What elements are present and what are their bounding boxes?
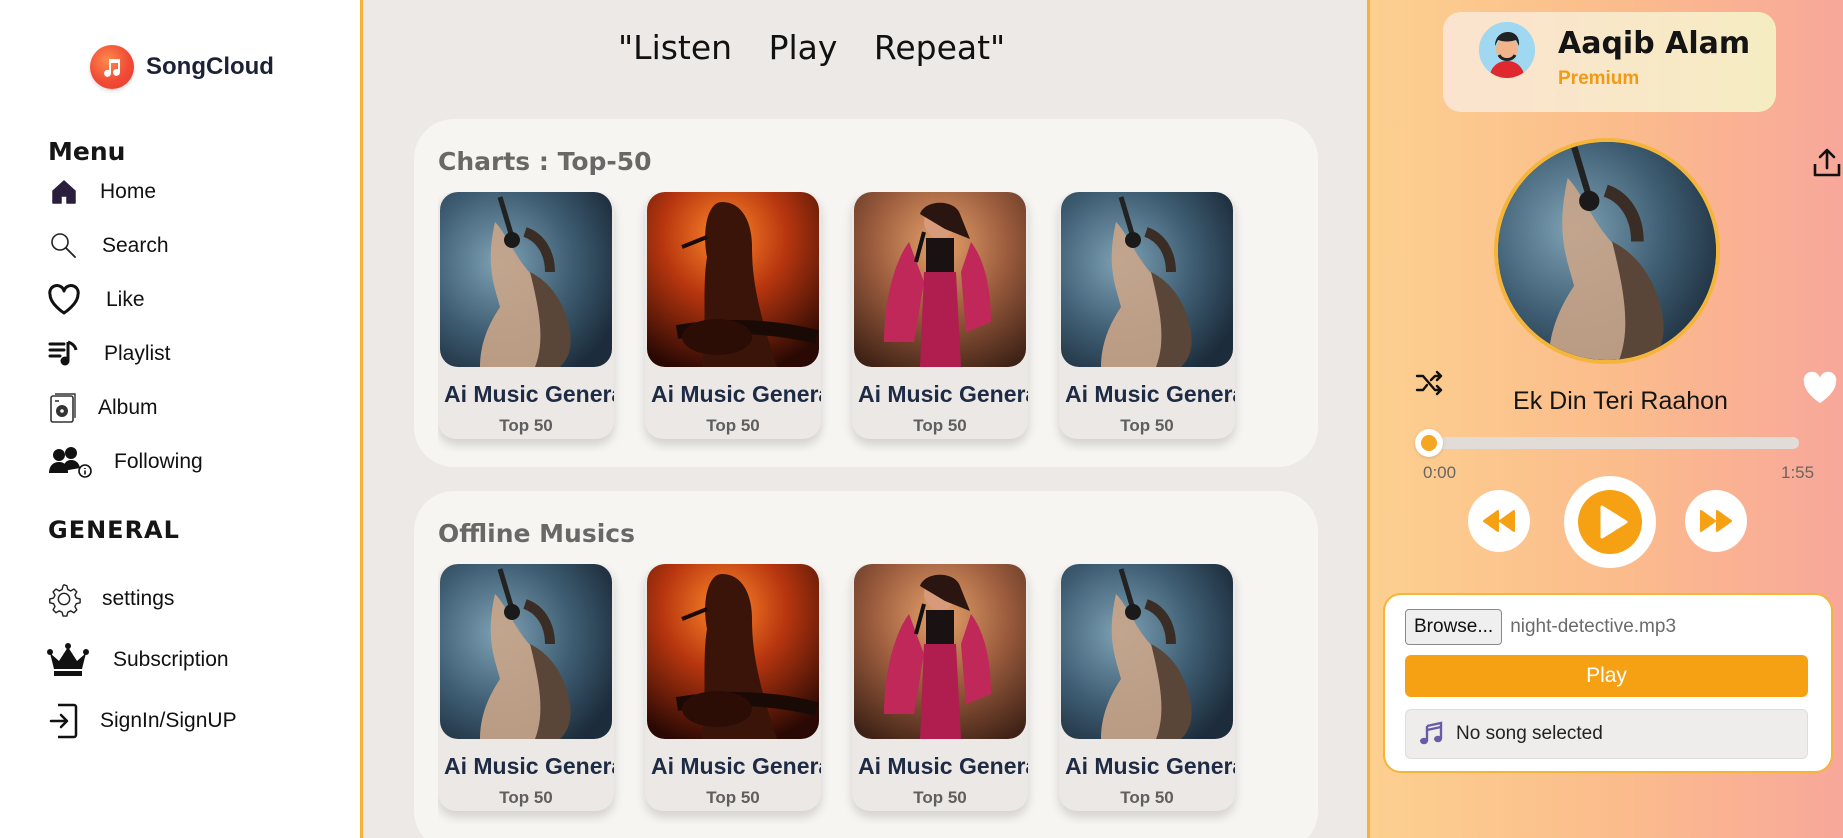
card-row: Ai Music Generator Top 50 Ai Music Gener… (438, 192, 1318, 452)
sidebar-item-label: Like (106, 288, 145, 311)
sidebar: SongCloud Menu Home Search Like Playlist… (0, 0, 363, 838)
sidebar-item-label: Subscription (113, 648, 229, 671)
card-title: Ai Music Generator (651, 381, 821, 407)
music-card[interactable]: Ai Music Generator Top 50 (852, 192, 1028, 439)
section-title: Offline Musics (438, 519, 636, 548)
card-subtitle: Top 50 (706, 788, 760, 807)
crown-icon (46, 642, 90, 678)
sidebar-item-home[interactable]: Home (46, 174, 156, 210)
music-note-icon (1420, 721, 1443, 745)
seek-bar[interactable] (1415, 429, 1799, 457)
rewind-icon (1483, 510, 1515, 532)
sidebar-item-like[interactable]: Like (46, 282, 145, 318)
cover-art-blue-singer (1061, 192, 1233, 367)
charts-section: Charts : Top-50 Ai Music Generator Top 5… (414, 119, 1318, 467)
seek-thumb[interactable] (1415, 429, 1443, 457)
card-subtitle: Top 50 (1120, 788, 1174, 807)
cover-art-blue-singer (1061, 564, 1233, 739)
music-card[interactable]: Ai Music Generator Top 50 (438, 192, 614, 439)
cover-art-orange-guitarist (647, 564, 819, 739)
music-card[interactable]: Ai Music Generator Top 50 (852, 564, 1028, 811)
share-icon[interactable] (1810, 146, 1843, 180)
search-icon (46, 228, 82, 264)
music-card[interactable]: Ai Music Generator Top 50 (645, 564, 821, 811)
menu-title: Menu (48, 137, 126, 166)
cover-art-pink-singer (854, 192, 1026, 367)
sidebar-item-label: Home (100, 180, 157, 203)
music-card[interactable]: Ai Music Generator Top 50 (1059, 564, 1235, 811)
card-subtitle: Top 50 (499, 416, 553, 435)
card-subtitle: Top 50 (1120, 416, 1174, 435)
card-subtitle: Top 50 (913, 788, 967, 807)
sidebar-item-search[interactable]: Search (46, 228, 169, 264)
avatar (1479, 22, 1535, 78)
profile-name: Aaqib Alam (1558, 26, 1751, 61)
card-title: Ai Music Generator (858, 381, 1028, 407)
tagline: "Listen Play Repeat" (618, 28, 1006, 67)
card-title: Ai Music Generator (651, 753, 821, 779)
current-time: 0:00 (1423, 463, 1457, 482)
player-panel: Aaqib Alam Premium Ek Din Teri Raahon 0:… (1367, 0, 1843, 838)
following-icon (46, 444, 94, 480)
music-card[interactable]: Ai Music Generator Top 50 (645, 192, 821, 439)
profile-tier: Premium (1558, 68, 1640, 89)
card-title: Ai Music Generator (444, 381, 614, 407)
sidebar-item-signin[interactable]: SignIn/SignUP (46, 703, 237, 739)
sidebar-item-label: SignIn/SignUP (100, 709, 237, 732)
playlist-icon (46, 336, 82, 372)
status-text: No song selected (1456, 723, 1603, 744)
file-player-box: Browse... night-detective.mp3 Play No so… (1383, 593, 1833, 773)
sidebar-item-label: Playlist (104, 342, 171, 365)
play-file-button[interactable]: Play (1405, 655, 1808, 697)
play-icon (1578, 490, 1642, 554)
music-card[interactable]: Ai Music Generator Top 50 (1059, 192, 1235, 439)
cover-art-pink-singer (854, 564, 1026, 739)
brand[interactable]: SongCloud (90, 45, 274, 89)
home-icon (46, 174, 82, 210)
card-row: Ai Music Generator Top 50 Ai Music Gener… (438, 564, 1318, 824)
music-note-logo-icon (90, 45, 134, 89)
sidebar-item-label: Following (114, 450, 203, 473)
sidebar-item-label: Search (102, 234, 169, 257)
general-title: GENERAL (48, 516, 180, 544)
card-title: Ai Music Generator (1065, 753, 1235, 779)
card-subtitle: Top 50 (499, 788, 553, 807)
signin-icon (46, 703, 82, 739)
offline-section: Offline Musics Ai Music Generator Top 50… (414, 491, 1318, 838)
sidebar-item-album[interactable]: Album (46, 390, 158, 426)
previous-button[interactable] (1468, 490, 1530, 552)
browse-button[interactable]: Browse... (1405, 609, 1503, 645)
status-box: No song selected (1405, 709, 1808, 759)
cover-art-orange-guitarist (647, 192, 819, 367)
profile-card[interactable]: Aaqib Alam Premium (1443, 12, 1776, 112)
music-card[interactable]: Ai Music Generator Top 50 (438, 564, 614, 811)
card-title: Ai Music Generator (1065, 381, 1235, 407)
brand-name: SongCloud (146, 53, 274, 80)
sidebar-item-label: Album (98, 396, 158, 419)
main-content: "Listen Play Repeat" Charts : Top-50 Ai … (366, 0, 1367, 838)
heart-icon (46, 282, 82, 318)
fast-forward-icon (1700, 510, 1732, 532)
play-pause-button[interactable] (1564, 476, 1656, 568)
card-subtitle: Top 50 (706, 416, 760, 435)
file-input[interactable]: Browse... night-detective.mp3 (1405, 609, 1676, 645)
sidebar-item-playlist[interactable]: Playlist (46, 336, 171, 372)
total-time: 1:55 (1781, 463, 1815, 482)
sidebar-item-label: settings (102, 587, 175, 610)
next-button[interactable] (1685, 490, 1747, 552)
album-icon (46, 390, 82, 426)
card-title: Ai Music Generator (444, 753, 614, 779)
card-title: Ai Music Generator (858, 753, 1028, 779)
card-subtitle: Top 50 (913, 416, 967, 435)
sidebar-item-following[interactable]: Following (46, 444, 203, 480)
gear-icon (46, 581, 82, 617)
section-title: Charts : Top-50 (438, 147, 652, 176)
song-title: Ek Din Teri Raahon (1513, 387, 1728, 415)
now-playing-artwork (1494, 138, 1720, 364)
cover-art-blue-singer (440, 564, 612, 739)
sidebar-item-subscription[interactable]: Subscription (46, 642, 229, 678)
cover-art-blue-singer (440, 192, 612, 367)
sidebar-item-settings[interactable]: settings (46, 581, 174, 617)
selected-file-name: night-detective.mp3 (1510, 616, 1677, 637)
